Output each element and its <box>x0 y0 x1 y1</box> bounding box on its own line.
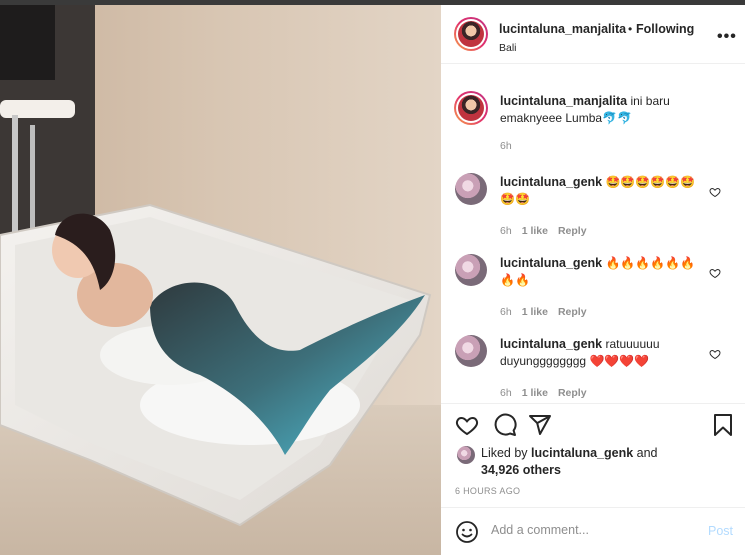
author-avatar[interactable] <box>454 17 488 51</box>
comment-time[interactable]: 6h <box>500 387 512 399</box>
liked-by-user[interactable]: lucintaluna_genk <box>531 446 633 460</box>
paper-plane-icon[interactable] <box>528 413 552 437</box>
comment-username[interactable]: lucintaluna_genk <box>500 337 602 351</box>
liked-by-prefix: Liked by <box>481 446 528 460</box>
photo-illustration <box>0 5 441 555</box>
comment-username[interactable]: lucintaluna_genk <box>500 256 602 270</box>
caption-time[interactable]: 6h <box>500 140 512 152</box>
comment-meta: 6h 1 like Reply <box>500 387 597 399</box>
commenter-avatar[interactable] <box>455 173 487 205</box>
reply-button[interactable]: Reply <box>558 387 587 399</box>
likes-count[interactable]: 34,926 others <box>481 463 561 477</box>
comment-text-block: lucintaluna_genk 🤩🤩🤩🤩🤩🤩🤩🤩 <box>500 174 700 208</box>
reply-button[interactable]: Reply <box>558 225 587 237</box>
comment-like-heart-icon[interactable] <box>709 186 721 198</box>
comment-time[interactable]: 6h <box>500 306 512 318</box>
post-header: lucintaluna_manjalita • Following Bali •… <box>441 5 745 64</box>
more-options-icon[interactable]: ••• <box>717 28 737 46</box>
comment-emoji: ❤️❤️❤️❤️ <box>589 354 650 368</box>
comment-likes[interactable]: 1 like <box>522 306 548 318</box>
comment-meta: 6h 1 like Reply <box>500 306 597 318</box>
post-photo[interactable] <box>0 5 441 555</box>
caption-text-block: lucintaluna_manjalita ini baru emaknyeee… <box>500 93 675 127</box>
comment-like-heart-icon[interactable] <box>709 267 721 279</box>
caption-username[interactable]: lucintaluna_manjalita <box>500 94 627 108</box>
likes-summary: Liked by lucintaluna_genk and 34,926 oth… <box>457 445 727 479</box>
post-comment-button[interactable]: Post <box>708 524 733 538</box>
post-timestamp[interactable]: 6 HOURS AGO <box>455 486 520 496</box>
actions-divider <box>441 403 745 404</box>
caption-avatar[interactable] <box>454 91 488 125</box>
caption-meta: 6h <box>500 140 522 152</box>
comment-like-heart-icon[interactable] <box>709 348 721 360</box>
comment-meta: 6h 1 like Reply <box>500 225 597 237</box>
following-button[interactable]: Following <box>636 22 694 36</box>
post-details-panel: lucintaluna_manjalita • Following Bali •… <box>441 5 745 555</box>
comment-likes[interactable]: 1 like <box>522 225 548 237</box>
add-comment-bar: Post <box>441 507 745 556</box>
comment-likes[interactable]: 1 like <box>522 387 548 399</box>
bookmark-icon[interactable] <box>711 413 735 437</box>
commenter-avatar[interactable] <box>455 335 487 367</box>
comment-text-block: lucintaluna_genk 🔥🔥🔥🔥🔥🔥🔥🔥 <box>500 255 700 289</box>
comment-text-block: lucintaluna_genk ratuuuuuu duyungggggggg… <box>500 336 700 370</box>
comment-time[interactable]: 6h <box>500 225 512 237</box>
reply-button[interactable]: Reply <box>558 306 587 318</box>
smiley-icon[interactable] <box>455 520 479 544</box>
location-link[interactable]: Bali <box>499 42 517 54</box>
heart-icon[interactable] <box>455 413 479 437</box>
separator-dot: • <box>628 22 633 36</box>
liked-by-and: and <box>636 446 658 460</box>
liker-avatar[interactable] <box>457 446 475 464</box>
comment-username[interactable]: lucintaluna_genk <box>500 175 602 189</box>
caption-emoji: 🐬🐬 <box>602 111 632 125</box>
author-username[interactable]: lucintaluna_manjalita <box>499 22 626 36</box>
add-comment-input[interactable] <box>491 523 691 537</box>
commenter-avatar[interactable] <box>455 254 487 286</box>
comment-icon[interactable] <box>493 413 517 437</box>
